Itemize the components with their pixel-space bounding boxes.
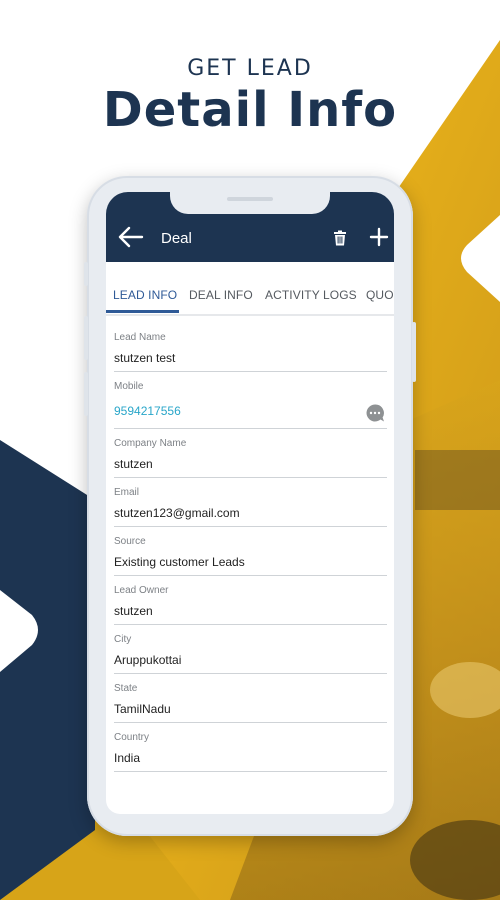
photo-detail xyxy=(415,450,500,510)
active-tab-indicator xyxy=(106,310,179,313)
field-label: Lead Name xyxy=(114,332,166,343)
field-value[interactable]: TamilNadu xyxy=(114,701,387,722)
field-company-name: Company Name stutzen xyxy=(114,436,387,478)
field-label: City xyxy=(114,634,132,645)
field-label: Country xyxy=(114,732,150,743)
field-label: Company Name xyxy=(114,438,187,449)
app-bar-title: Deal xyxy=(161,230,192,247)
tab-activity-logs[interactable]: ACTIVITY LOGS xyxy=(265,288,357,302)
tab-bar: LEAD INFO DEAL INFO ACTIVITY LOGS QUOT xyxy=(106,262,394,316)
field-city: City Aruppukottai xyxy=(114,632,387,674)
field-email: Email stutzen123@gmail.com xyxy=(114,485,387,527)
field-lead-name: Lead Name stutzen test xyxy=(114,330,387,372)
promo-subtitle: GET LEAD xyxy=(187,56,313,81)
field-mobile: Mobile 9594217556 xyxy=(114,379,387,429)
phone-side-button xyxy=(84,372,88,416)
field-label: Email xyxy=(114,487,140,498)
promo-title: Detail Info xyxy=(102,82,398,138)
field-label: Lead Owner xyxy=(114,585,169,596)
phone-side-button xyxy=(412,322,416,382)
tab-deal-info[interactable]: DEAL INFO xyxy=(189,288,253,302)
tab-quotation[interactable]: QUOT xyxy=(366,288,394,302)
mobile-link[interactable]: 9594217556 xyxy=(114,403,387,428)
field-lead-owner: Lead Owner stutzen xyxy=(114,583,387,625)
phone-side-button xyxy=(84,262,88,286)
phone-speaker xyxy=(227,197,273,201)
field-value[interactable]: stutzen xyxy=(114,456,387,477)
field-source: Source Existing customer Leads xyxy=(114,534,387,576)
field-value[interactable]: Aruppukottai xyxy=(114,652,387,673)
navy-chevron xyxy=(0,440,95,900)
phone-side-button xyxy=(84,316,88,360)
field-value[interactable]: stutzen xyxy=(114,603,387,624)
trash-icon[interactable] xyxy=(333,230,347,246)
field-label: Mobile xyxy=(114,381,144,392)
tab-lead-info[interactable]: LEAD INFO xyxy=(113,288,177,302)
phone-notch xyxy=(170,192,330,214)
field-label: State xyxy=(114,683,138,694)
field-state: State TamilNadu xyxy=(114,681,387,723)
field-value[interactable]: India xyxy=(114,750,387,771)
phone-screen: Deal LEAD INFO DEAL INFO ACTIVITY LOGS Q… xyxy=(106,192,394,814)
field-country: Country India xyxy=(114,730,387,772)
promo-header: GET LEAD Detail Info xyxy=(0,56,500,136)
lead-info-form: Lead Name stutzen test Mobile 9594217556… xyxy=(114,330,387,772)
field-value[interactable]: stutzen test xyxy=(114,350,387,371)
field-label: Source xyxy=(114,536,146,547)
field-value[interactable]: Existing customer Leads xyxy=(114,554,387,575)
arrow-left-icon[interactable] xyxy=(118,226,144,248)
chat-bubble-icon[interactable] xyxy=(365,403,385,423)
plus-icon[interactable] xyxy=(369,227,389,247)
field-value[interactable]: stutzen123@gmail.com xyxy=(114,505,387,526)
